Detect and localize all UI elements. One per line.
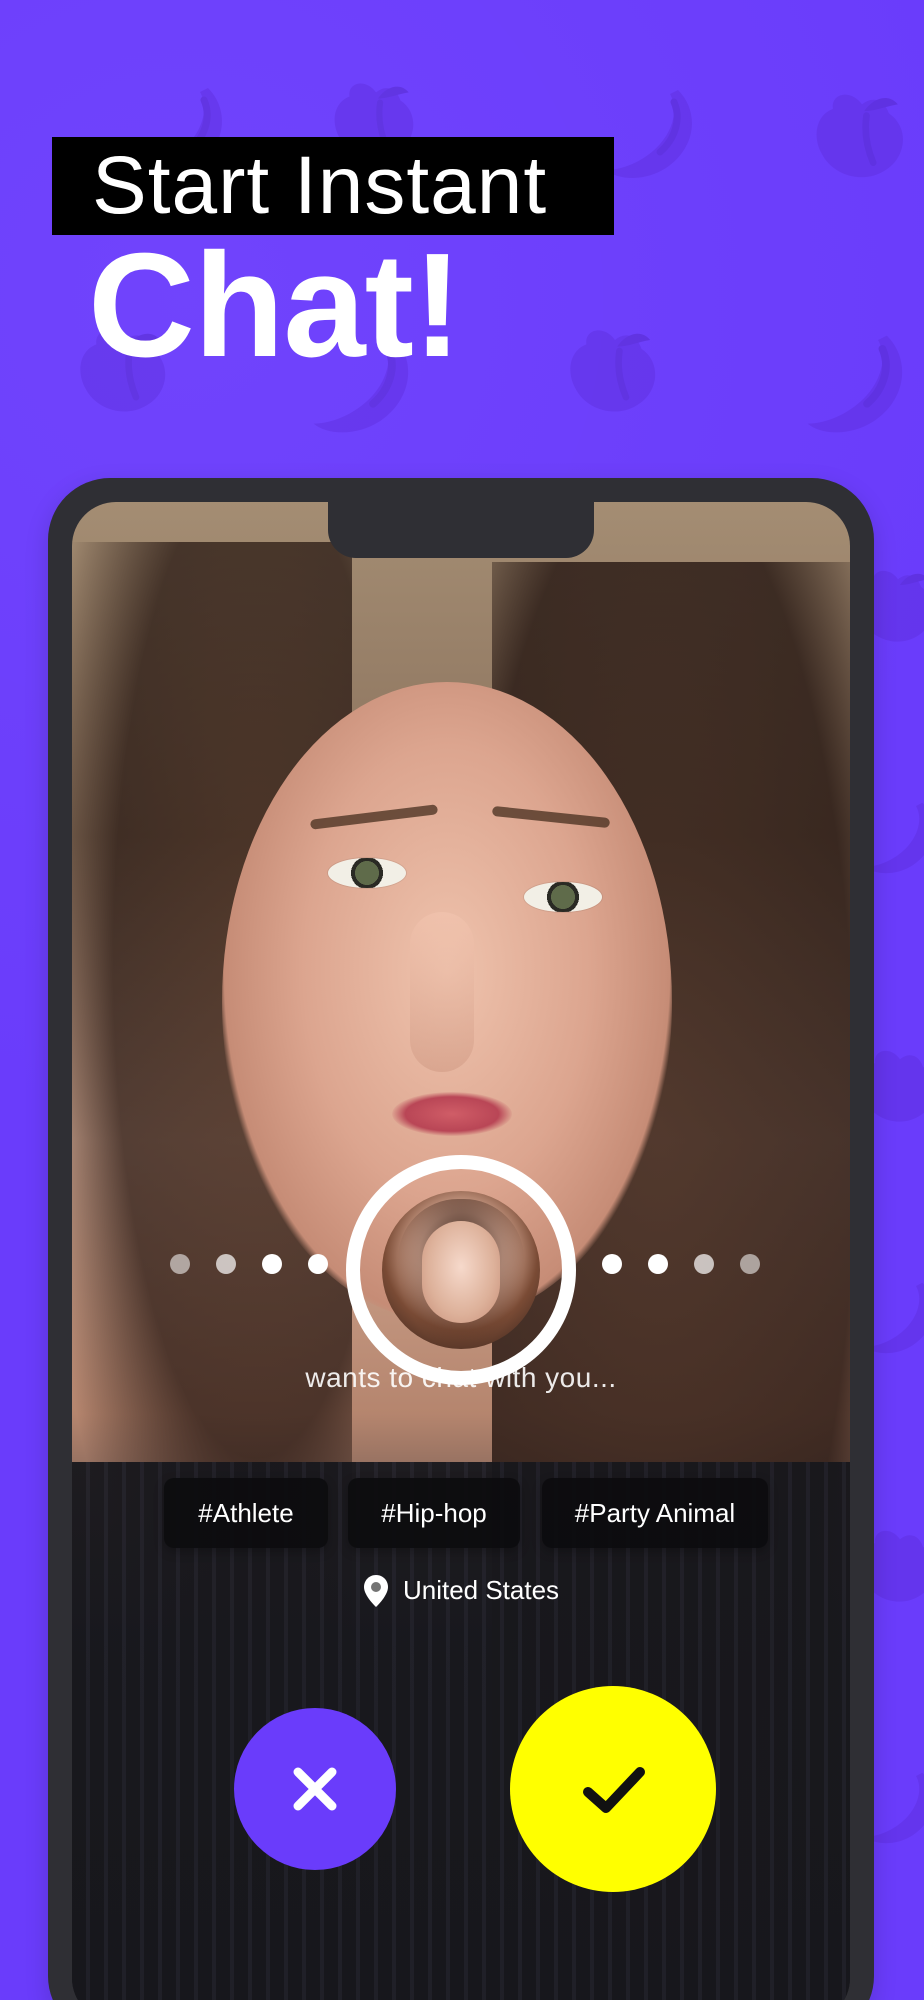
match-avatar-face (422, 1221, 500, 1323)
location-pin-icon (363, 1574, 389, 1608)
phone-notch (328, 502, 594, 558)
interest-tag: #Party Animal (542, 1478, 768, 1548)
phone-mockup: wants to chat with you... #Athlete #Hip-… (48, 478, 874, 2000)
peach-icon (806, 82, 918, 194)
location-row: United States (363, 1566, 559, 1614)
dot (262, 1254, 282, 1274)
phone-screen: wants to chat with you... #Athlete #Hip-… (72, 502, 850, 2000)
dot (694, 1254, 714, 1274)
dot (170, 1254, 190, 1274)
profile-photo-eye-right (524, 882, 602, 912)
profile-photo-eye-left (328, 858, 406, 888)
profile-photo-lips (392, 1092, 512, 1136)
dot (648, 1254, 668, 1274)
interest-tag: #Hip-hop (348, 1478, 520, 1548)
location-text: United States (402, 1575, 560, 1605)
match-avatar-ring (346, 1155, 576, 1385)
dot (602, 1254, 622, 1274)
dot (216, 1254, 236, 1274)
peach-icon (560, 318, 670, 428)
close-icon (284, 1758, 346, 1820)
interest-tag: #Athlete (164, 1478, 328, 1548)
headline-line-1: Start Instant (92, 140, 548, 231)
decline-button[interactable] (234, 1708, 396, 1870)
match-progress-dots-right (602, 1254, 772, 1276)
dot (308, 1254, 328, 1274)
headline-line-2: Chat! (88, 223, 462, 388)
match-avatar (382, 1191, 540, 1349)
match-message: wants to chat with you... (305, 1362, 617, 1393)
match-progress-dots-left (170, 1254, 340, 1276)
app-store-screenshot: Start Instant Chat! wants to chat with y… (0, 0, 924, 2000)
banana-icon (790, 318, 922, 450)
check-icon (570, 1746, 656, 1832)
profile-photo-nose (410, 912, 474, 1072)
location: United States (72, 1566, 850, 1614)
dot (740, 1254, 760, 1274)
accept-button[interactable] (510, 1686, 716, 1892)
